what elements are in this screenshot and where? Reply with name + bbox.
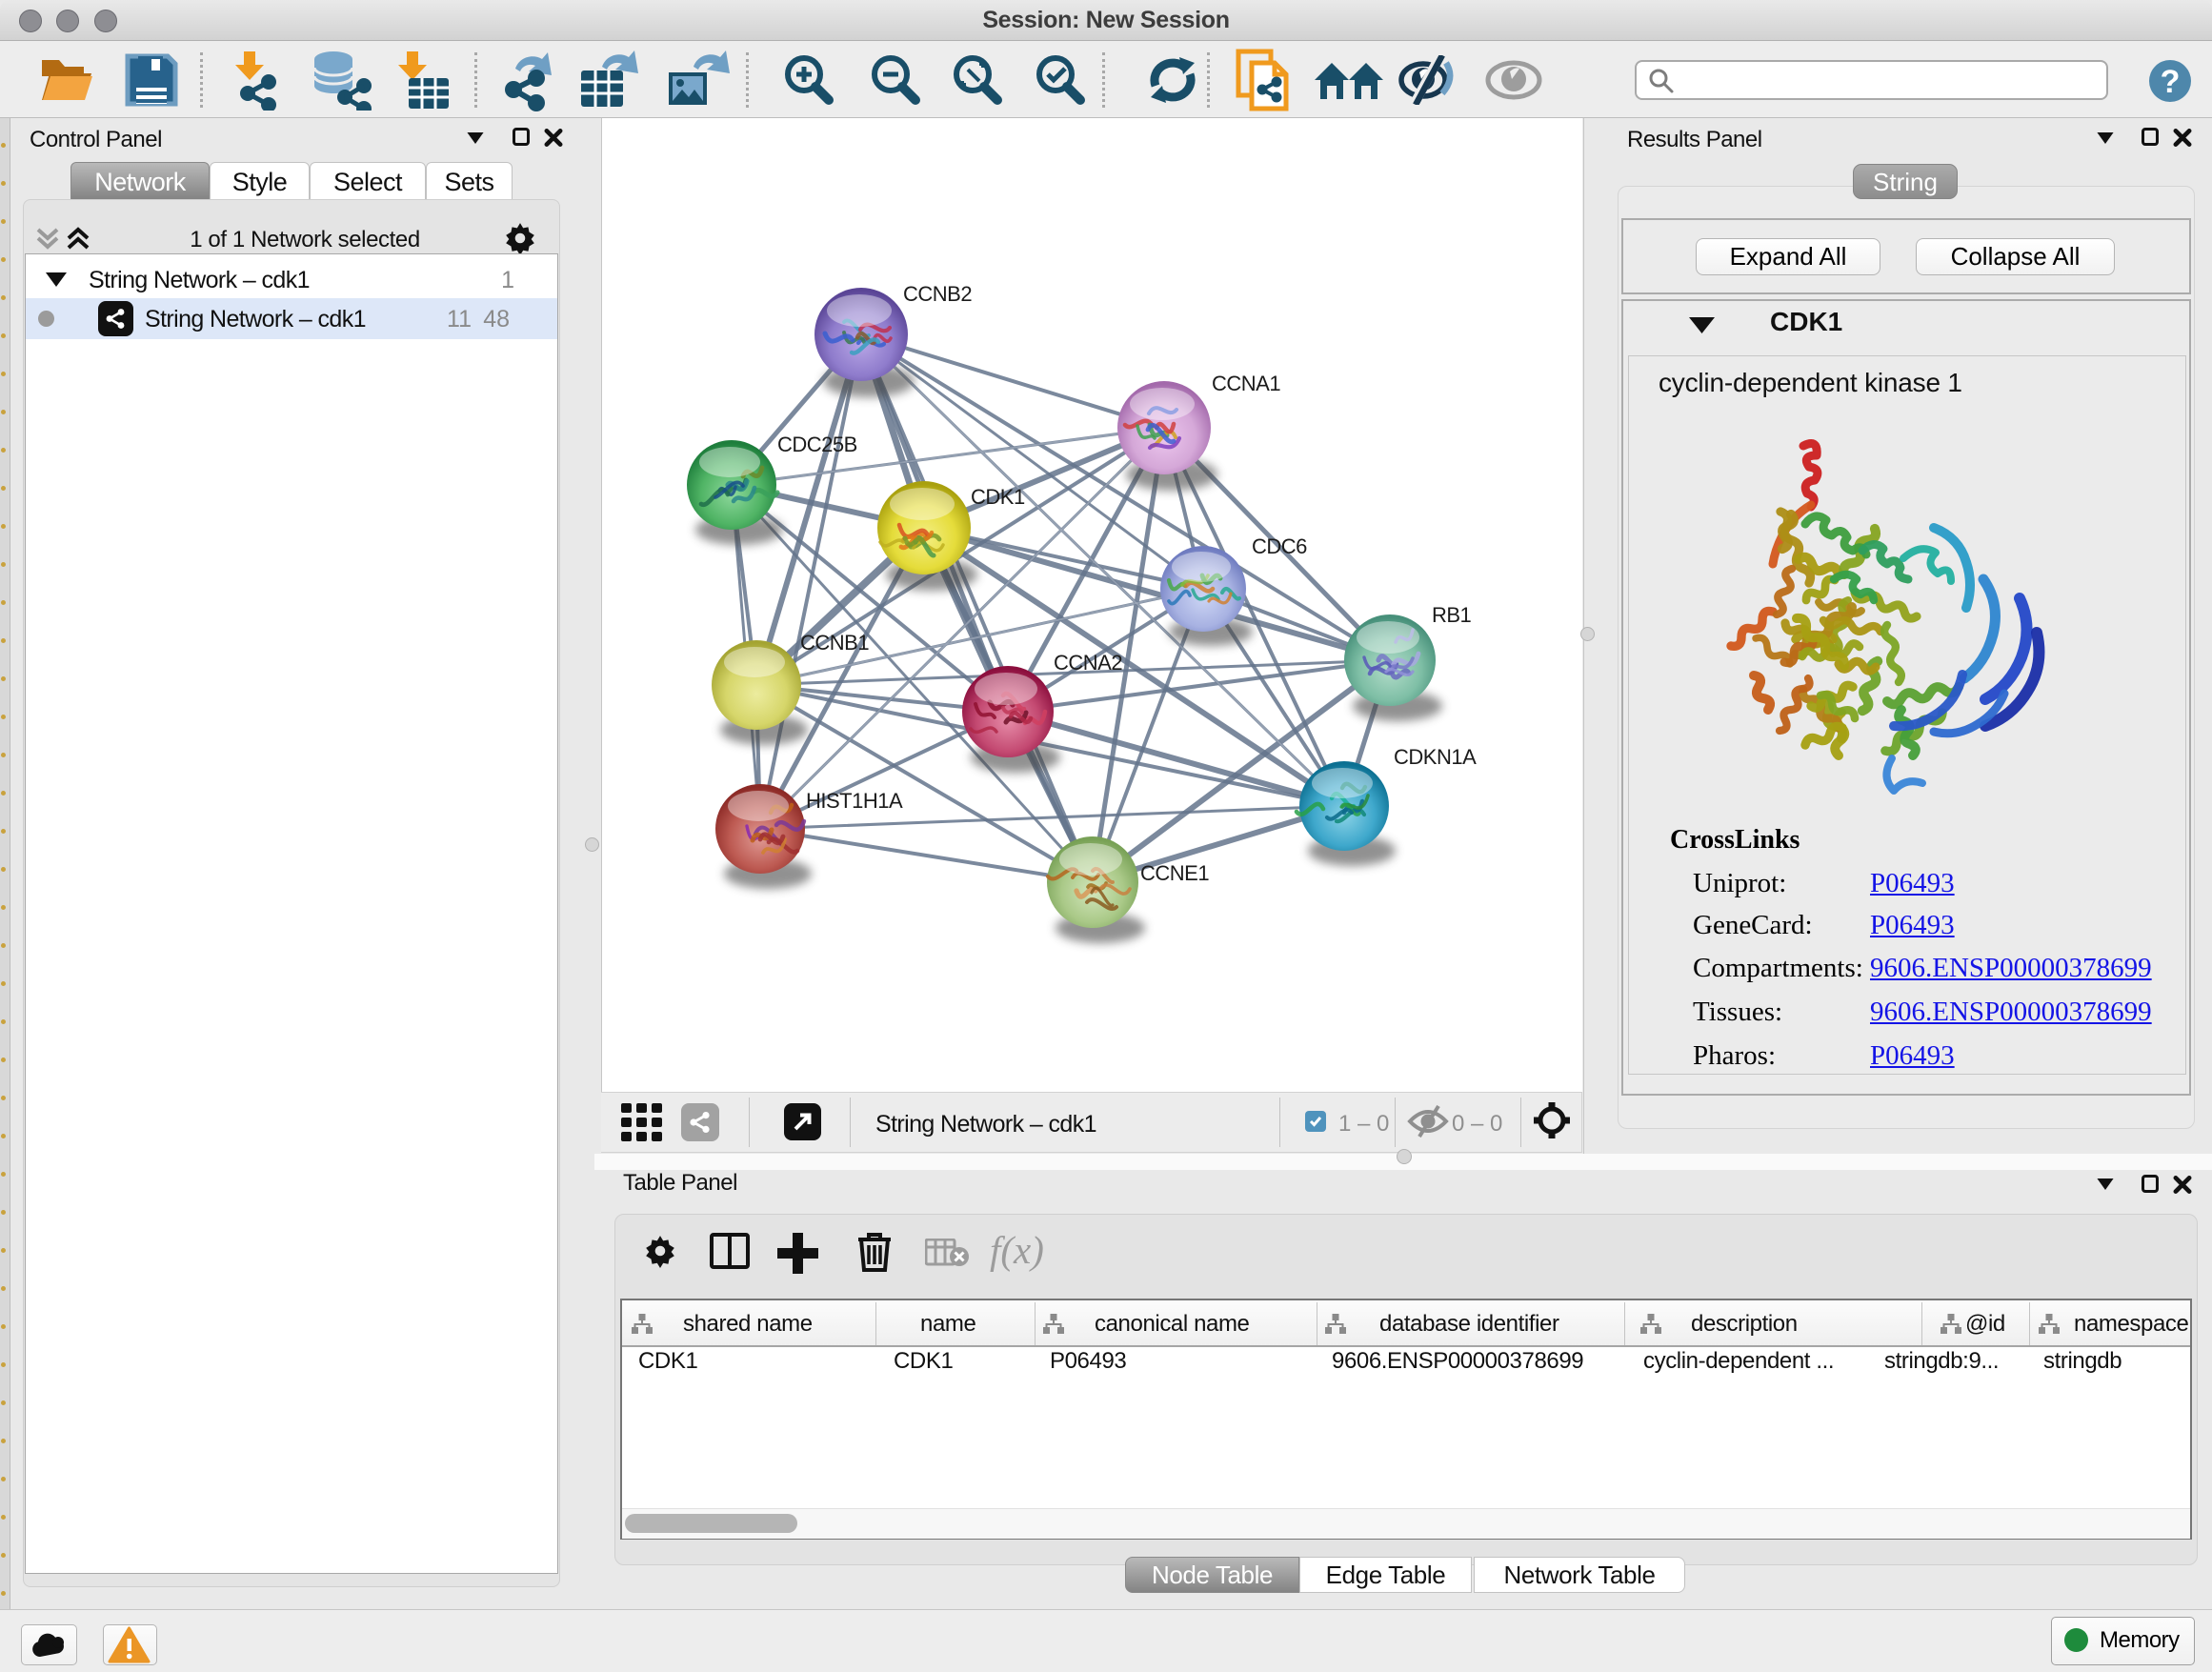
- svg-text:CCNA2: CCNA2: [1054, 651, 1122, 675]
- svg-text:HIST1H1A: HIST1H1A: [806, 789, 903, 813]
- svg-text:CDC6: CDC6: [1252, 534, 1307, 558]
- svg-text:CCNB1: CCNB1: [800, 631, 869, 655]
- svg-text:CCNE1: CCNE1: [1140, 861, 1209, 885]
- svg-text:RB1: RB1: [1432, 603, 1472, 627]
- svg-text:CCNA1: CCNA1: [1212, 372, 1280, 395]
- svg-text:CDKN1A: CDKN1A: [1394, 745, 1477, 769]
- svg-text:CDK1: CDK1: [971, 485, 1025, 509]
- svg-text:CDC25B: CDC25B: [777, 433, 857, 456]
- svg-text:CCNB2: CCNB2: [903, 282, 972, 306]
